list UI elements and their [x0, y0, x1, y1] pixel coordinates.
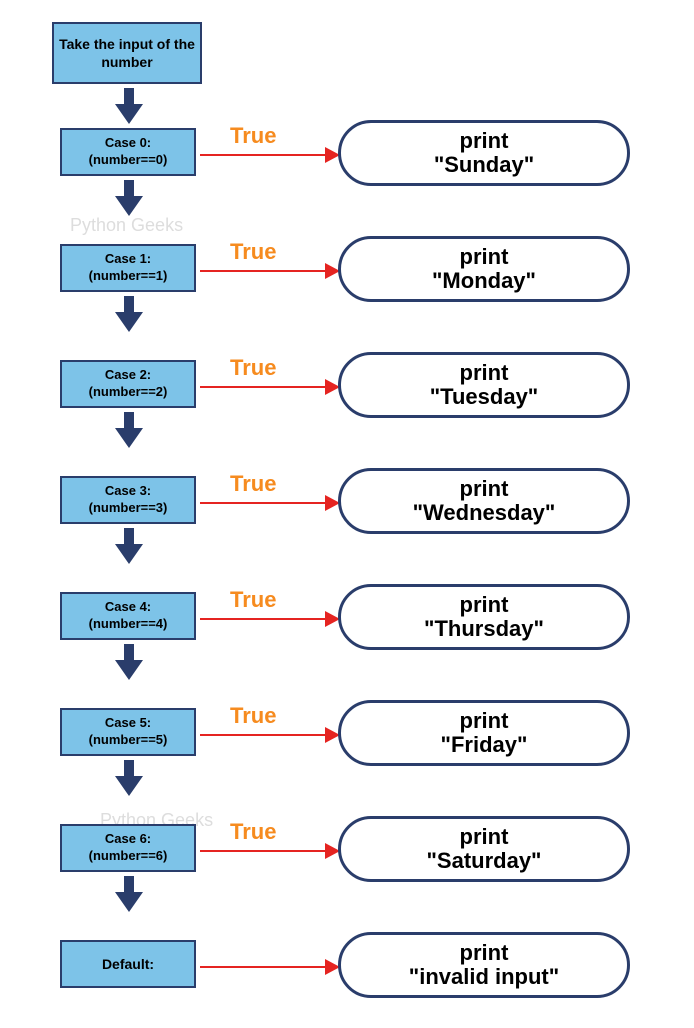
default-label: Default:	[102, 956, 154, 972]
output-pill-3: print "Wednesday"	[338, 468, 630, 534]
case-condition: (number==1)	[89, 268, 168, 285]
output-line1: print	[460, 361, 509, 385]
output-line2: "Monday"	[432, 269, 536, 293]
case-label: Case 6:	[105, 831, 151, 848]
case-condition: (number==0)	[89, 152, 168, 169]
case-box-5: Case 5: (number==5)	[60, 708, 196, 756]
output-pill-5: print "Friday"	[338, 700, 630, 766]
output-line1: print	[460, 477, 509, 501]
down-arrow-icon	[115, 412, 143, 448]
down-arrow-icon	[115, 296, 143, 332]
case-condition: (number==5)	[89, 732, 168, 749]
output-line2: "Friday"	[441, 733, 528, 757]
case-condition: (number==3)	[89, 500, 168, 517]
case-label: Case 0:	[105, 135, 151, 152]
case-box-3: Case 3: (number==3)	[60, 476, 196, 524]
down-arrow-icon	[115, 876, 143, 912]
output-line2: "Saturday"	[426, 849, 541, 873]
output-line1: print	[460, 593, 509, 617]
down-arrow-icon	[115, 760, 143, 796]
down-arrow-icon	[115, 88, 143, 124]
case-condition: (number==6)	[89, 848, 168, 865]
down-arrow-icon	[115, 644, 143, 680]
output-pill-6: print "Saturday"	[338, 816, 630, 882]
right-arrow-icon	[200, 725, 340, 745]
right-arrow-icon	[200, 493, 340, 513]
right-arrow-icon	[200, 841, 340, 861]
right-arrow-icon	[200, 261, 340, 281]
output-pill-default: print "invalid input"	[338, 932, 630, 998]
default-box: Default:	[60, 940, 196, 988]
output-line2: "invalid input"	[409, 965, 559, 989]
input-text: Take the input of the number	[54, 35, 200, 71]
case-box-6: Case 6: (number==6)	[60, 824, 196, 872]
right-arrow-icon	[200, 145, 340, 165]
case-label: Case 2:	[105, 367, 151, 384]
output-pill-0: print "Sunday"	[338, 120, 630, 186]
output-line1: print	[460, 245, 509, 269]
case-label: Case 3:	[105, 483, 151, 500]
case-condition: (number==4)	[89, 616, 168, 633]
output-line1: print	[460, 129, 509, 153]
right-arrow-icon	[200, 377, 340, 397]
output-pill-1: print "Monday"	[338, 236, 630, 302]
case-box-0: Case 0: (number==0)	[60, 128, 196, 176]
case-box-2: Case 2: (number==2)	[60, 360, 196, 408]
output-pill-4: print "Thursday"	[338, 584, 630, 650]
case-label: Case 5:	[105, 715, 151, 732]
case-condition: (number==2)	[89, 384, 168, 401]
down-arrow-icon	[115, 180, 143, 216]
case-label: Case 4:	[105, 599, 151, 616]
right-arrow-icon	[200, 957, 340, 977]
output-line1: print	[460, 941, 509, 965]
output-line2: "Sunday"	[434, 153, 534, 177]
case-label: Case 1:	[105, 251, 151, 268]
output-line1: print	[460, 825, 509, 849]
right-arrow-icon	[200, 609, 340, 629]
watermark-1: Python Geeks	[70, 215, 183, 236]
output-line2: "Tuesday"	[430, 385, 539, 409]
output-line1: print	[460, 709, 509, 733]
input-box: Take the input of the number	[52, 22, 202, 84]
output-pill-2: print "Tuesday"	[338, 352, 630, 418]
case-box-1: Case 1: (number==1)	[60, 244, 196, 292]
output-line2: "Thursday"	[424, 617, 544, 641]
output-line2: "Wednesday"	[413, 501, 556, 525]
case-box-4: Case 4: (number==4)	[60, 592, 196, 640]
down-arrow-icon	[115, 528, 143, 564]
